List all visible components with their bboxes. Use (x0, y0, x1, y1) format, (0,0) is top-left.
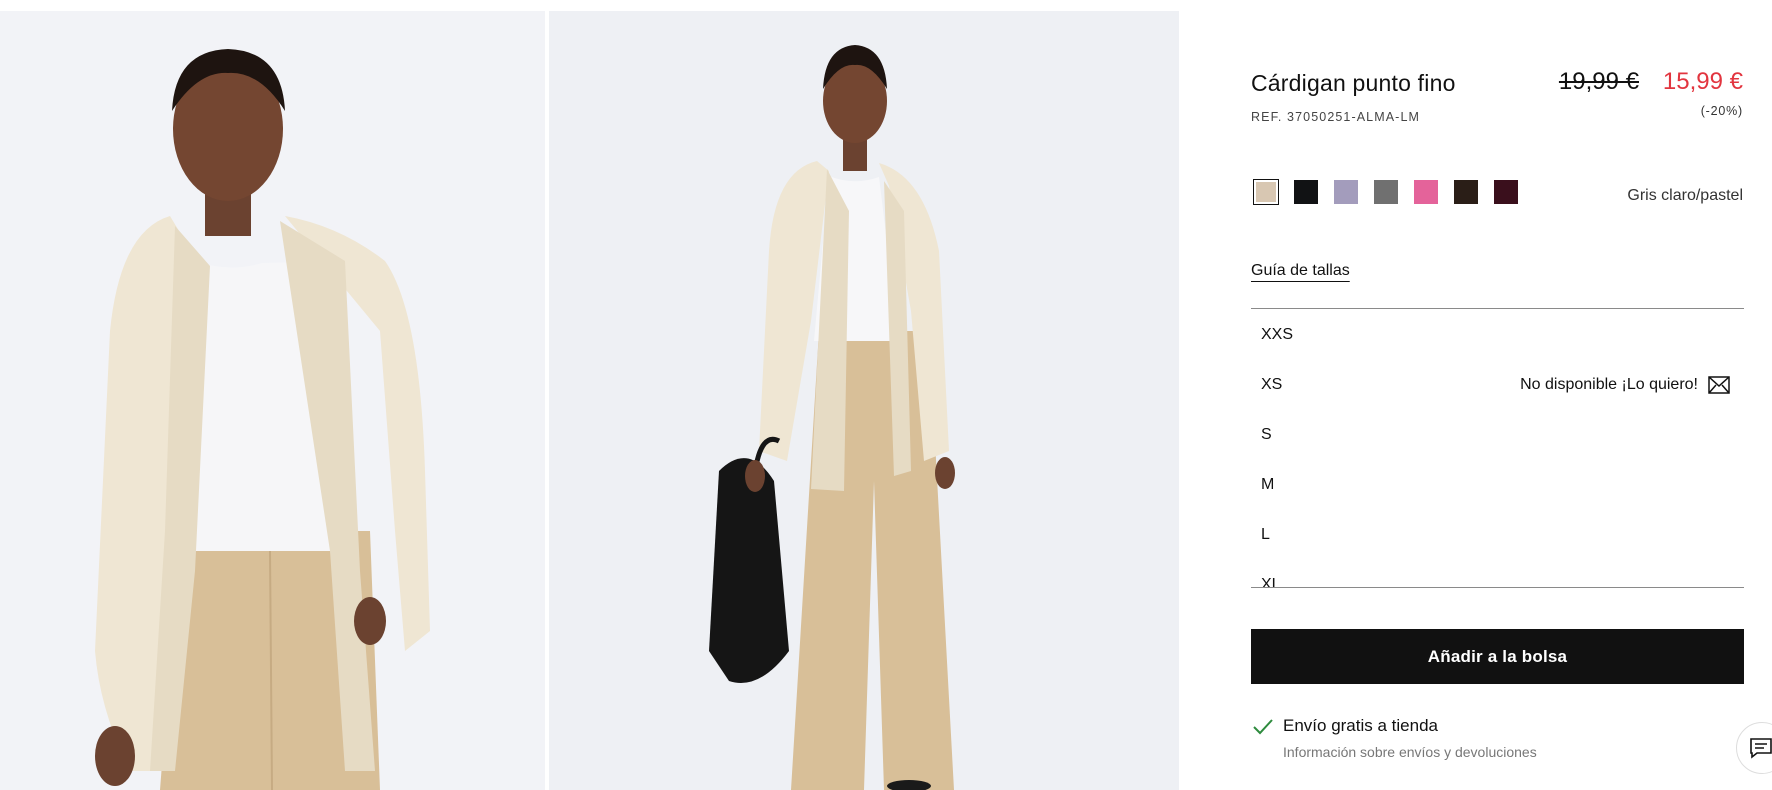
product-image-full-body[interactable] (549, 11, 1179, 790)
color-swatch-chip (1494, 180, 1518, 204)
color-swatch-chip (1294, 180, 1318, 204)
size-label: L (1261, 526, 1270, 543)
product-title: Cárdigan punto fino (1251, 70, 1456, 96)
free-shipping-label: Envío gratis a tienda (1283, 716, 1438, 735)
product-info-panel: Cárdigan punto fino REF. 37050251-ALMA-L… (1251, 0, 1744, 790)
color-swatch-6[interactable] (1453, 179, 1479, 205)
size-label: S (1261, 426, 1272, 443)
envelope-icon[interactable] (1708, 376, 1730, 394)
color-swatch-chip (1374, 180, 1398, 204)
color-swatch-3[interactable] (1333, 179, 1359, 205)
size-option-s[interactable]: S (1251, 410, 1744, 460)
discount-badge: (-20%) (1700, 104, 1743, 118)
size-option-xl[interactable]: XL (1251, 560, 1744, 588)
size-option-xxs[interactable]: XXS (1251, 310, 1744, 360)
color-swatch-4[interactable] (1373, 179, 1399, 205)
notify-me-link[interactable]: No disponible ¡Lo quiero! (1520, 360, 1698, 410)
check-icon (1253, 719, 1273, 735)
color-swatch-5[interactable] (1413, 179, 1439, 205)
size-option-xs[interactable]: XS No disponible ¡Lo quiero! (1251, 360, 1744, 410)
color-swatch-chip (1256, 182, 1276, 202)
chat-icon (1750, 738, 1772, 759)
color-swatch-1[interactable] (1253, 179, 1279, 205)
size-label: XXS (1261, 326, 1294, 343)
original-price: 19,99 € (1558, 68, 1639, 95)
shipping-returns-link[interactable]: Información sobre envíos y devoluciones (1283, 744, 1537, 760)
model-full-body-illustration (549, 11, 1179, 790)
product-reference: REF. 37050251-ALMA-LM (1251, 110, 1421, 124)
model-closeup-illustration (0, 11, 545, 790)
size-label: XL (1261, 576, 1281, 588)
size-label: XS (1261, 376, 1283, 393)
size-guide-link[interactable]: Guía de tallas (1251, 262, 1350, 280)
sale-price: 15,99 € (1662, 68, 1743, 95)
color-swatch-chip (1334, 180, 1358, 204)
color-swatch-7[interactable] (1493, 179, 1519, 205)
color-swatches (1253, 179, 1519, 205)
product-image-closeup[interactable] (0, 11, 545, 790)
add-to-bag-button[interactable]: Añadir a la bolsa (1251, 629, 1744, 684)
color-swatch-chip (1414, 180, 1438, 204)
selected-color-name: Gris claro/pastel (1627, 187, 1743, 204)
size-list[interactable]: XXS XS No disponible ¡Lo quiero! S M L X… (1251, 308, 1744, 588)
size-option-m[interactable]: M (1251, 460, 1744, 510)
size-label: M (1261, 476, 1275, 493)
color-swatch-2[interactable] (1293, 179, 1319, 205)
size-option-l[interactable]: L (1251, 510, 1744, 560)
color-swatch-chip (1454, 180, 1478, 204)
